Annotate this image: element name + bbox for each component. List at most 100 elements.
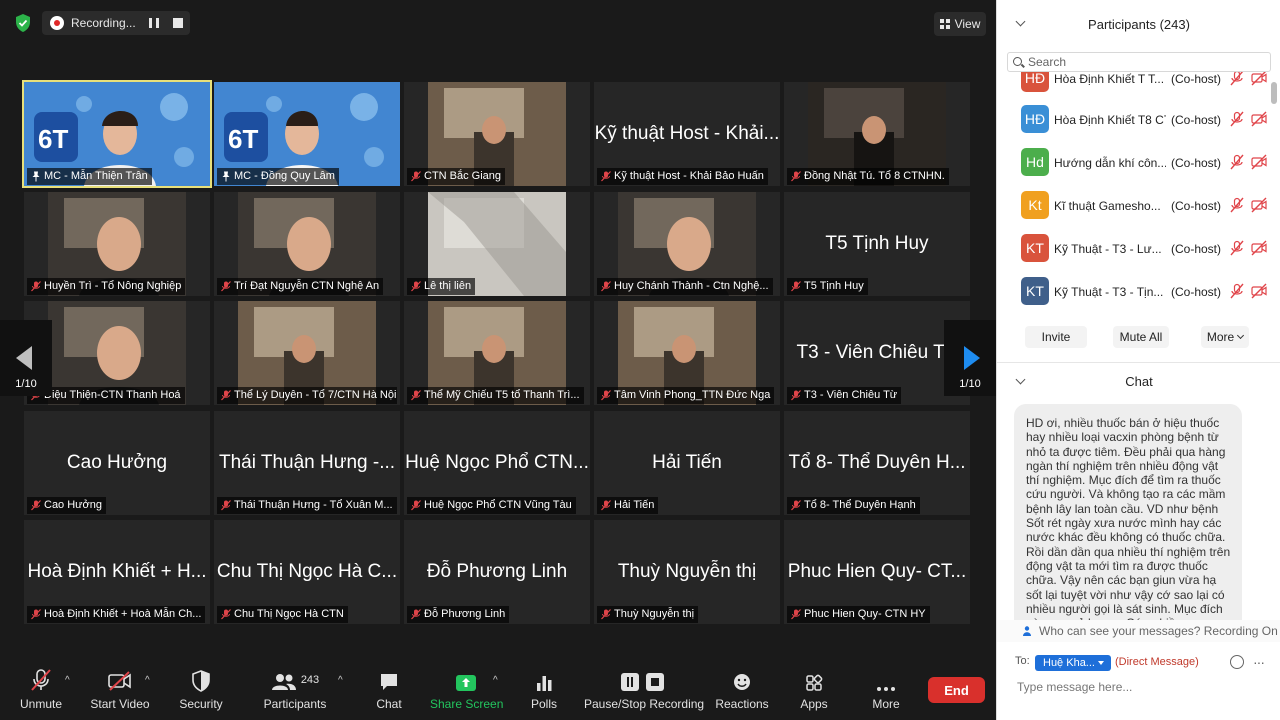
participant-row-name: Kỹ Thuật - T3 - Tịn... [1054, 285, 1164, 299]
video-camera-off-icon[interactable] [1251, 72, 1267, 86]
participant-tile[interactable]: Tổ 8- Thể Duyên H... Tổ 8- Thể Duyên Hạnh [784, 411, 970, 515]
participant-tile[interactable]: CTN Bắc Giang [404, 82, 590, 186]
start-video-button[interactable]: Start Video [88, 664, 152, 720]
participant-row[interactable]: Hd Hướng dẫn khí côn... (Co-host) [997, 142, 1267, 185]
pause-stop-recording-button[interactable]: Pause/Stop Recording [584, 664, 704, 720]
share-screen-button[interactable]: Share Screen [430, 664, 503, 720]
participant-tile[interactable]: Tâm Vinh Phong_TTN Đức Nga [594, 301, 780, 405]
video-options-caret-icon[interactable]: ^ [145, 675, 150, 686]
video-camera-off-icon[interactable] [1251, 240, 1267, 256]
microphone-muted-icon [31, 669, 51, 691]
participant-tile[interactable]: Thuỳ Nguyễn thị Thuỳ Nguyễn thị [594, 520, 780, 624]
polls-button[interactable]: Polls [524, 664, 564, 720]
participant-row[interactable]: Kt Kĩ thuật Gamesho... (Co-host) [997, 185, 1267, 228]
participant-row-name: Kĩ thuật Gamesho... [1054, 199, 1161, 213]
avatar: HĐ [1021, 105, 1049, 133]
participant-tile[interactable]: Thái Thuận Hưng -... Thái Thuận Hưng - Tổ… [214, 411, 400, 515]
audio-options-caret-icon[interactable]: ^ [65, 675, 70, 686]
pause-recording-icon[interactable] [149, 18, 159, 28]
participant-tile[interactable]: Huy Chánh Thành - Ctn Nghệ... [594, 192, 780, 296]
participant-row[interactable]: KT Kỹ Thuật - T3 - Lư... (Co-host) [997, 228, 1267, 271]
participant-tile[interactable]: Phuc Hien Quy- CT... Phuc Hien Quy- CTN H… [784, 520, 970, 624]
participant-tile[interactable]: 6T MC - Đồng Quy Lâm [214, 82, 400, 186]
participant-tile[interactable]: Thể Lý Duyên - Tổ 7/CTN Hà Nội [214, 301, 400, 405]
microphone-muted-icon[interactable] [1229, 111, 1245, 127]
person-icon [1023, 626, 1031, 636]
microphone-muted-icon [31, 281, 41, 292]
participant-tile[interactable]: Chu Thị Ngọc Hà C... Chu Thị Ngọc Hà CTN [214, 520, 400, 624]
participant-tile[interactable]: Huệ Ngọc Phổ CTN... Huệ Ngọc Phổ CTN Vũng… [404, 411, 590, 515]
participant-row-role: (Co-host) [1171, 156, 1222, 170]
participant-tile[interactable]: Thể Mỹ Chiếu T5 tổ Thanh Trì... [404, 301, 590, 405]
more-button[interactable]: More [866, 664, 906, 720]
microphone-muted-icon [411, 609, 421, 620]
view-button[interactable]: View [934, 12, 986, 36]
participant-tile[interactable]: Hải Tiến Hải Tiến [594, 411, 780, 515]
participant-tile[interactable]: T5 Tịnh Huy T5 Tịnh Huy [784, 192, 970, 296]
participant-tile[interactable]: Trí Đạt Nguyễn CTN Nghệ An [214, 192, 400, 296]
participant-name: MC - Mẫn Thiện Trân [44, 170, 148, 182]
participant-tile[interactable]: Lê thị liên [404, 192, 590, 296]
participant-tile[interactable]: T3 - Viên Chiêu Từ T3 - Viên Chiêu Từ [784, 301, 970, 405]
microphone-muted-icon[interactable] [1229, 283, 1245, 299]
microphone-muted-icon[interactable] [1229, 72, 1245, 86]
video-camera-off-icon[interactable] [1251, 154, 1267, 170]
participant-row[interactable]: HĐ Hòa Định Khiết T T... (Co-host) [997, 72, 1267, 101]
collapse-chat-chevron-icon[interactable] [1015, 374, 1026, 385]
unmute-button[interactable]: Unmute [14, 664, 68, 720]
chat-more-icon[interactable]: ··· [1253, 654, 1265, 670]
chat-title: Chat [1125, 374, 1153, 389]
share-options-caret-icon[interactable]: ^ [493, 675, 498, 686]
participant-tile[interactable]: Hoà Định Khiết + H... Hoà Định Khiết + Ho… [24, 520, 210, 624]
chat-message-input[interactable]: Type message here... [1017, 680, 1132, 694]
collapse-participants-chevron-icon[interactable] [1015, 16, 1026, 27]
chat-button[interactable]: Chat [366, 664, 412, 720]
participants-scrollbar[interactable] [1271, 82, 1277, 104]
video-camera-off-icon[interactable] [1251, 283, 1267, 299]
security-button[interactable]: Security [174, 664, 228, 720]
search-icon [1013, 57, 1022, 66]
microphone-muted-icon[interactable] [1229, 197, 1245, 213]
recording-indicator[interactable]: Recording... [42, 11, 190, 35]
svg-text:6T: 6T [38, 124, 68, 154]
recipient-select[interactable]: Huệ Kha... [1035, 655, 1111, 671]
security-shield-icon[interactable] [13, 13, 33, 33]
next-page-button[interactable]: 1/10 [944, 320, 996, 396]
previous-page-button[interactable]: 1/10 [0, 320, 52, 396]
participant-tile[interactable]: Kỹ thuật Host - Khải... Kỹ thuật Host - K… [594, 82, 780, 186]
emoji-icon[interactable] [1230, 655, 1244, 669]
microphone-muted-icon [791, 390, 801, 401]
chat-visibility-text: Who can see your messages? Recording On [1039, 624, 1278, 638]
participant-tile[interactable]: Đỗ Phương Linh Đỗ Phương Linh [404, 520, 590, 624]
mute-all-button[interactable]: Mute All [1113, 326, 1169, 348]
microphone-muted-icon [601, 281, 611, 292]
meeting-topbar: Recording... View [0, 0, 996, 46]
participants-search-input[interactable]: Search [1007, 52, 1271, 72]
stop-recording-icon[interactable] [173, 18, 183, 28]
participant-tile[interactable]: Huyền Trì - Tổ Nông Nghiệp [24, 192, 210, 296]
participant-tile[interactable]: Cao Hưởng Cao Hưởng [24, 411, 210, 515]
participants-button[interactable]: 243 Participants [262, 664, 328, 720]
video-camera-off-icon[interactable] [1251, 111, 1267, 127]
participant-name-label: MC - Đồng Quy Lâm [217, 168, 339, 185]
microphone-muted-icon [31, 500, 41, 511]
apps-button[interactable]: Apps [794, 664, 834, 720]
microphone-muted-icon[interactable] [1229, 154, 1245, 170]
start-video-label: Start Video [90, 697, 150, 711]
video-camera-off-icon[interactable] [1251, 197, 1267, 213]
participant-row[interactable]: KT Kỹ Thuật - T3 - Tịn... (Co-host) [997, 271, 1267, 312]
participant-name-label: Huyền Trì - Tổ Nông Nghiệp [27, 278, 186, 295]
participant-tile[interactable]: Đồng Nhật Tú. Tổ 8 CTNHN. [784, 82, 970, 186]
recording-dot-icon [50, 16, 64, 30]
polls-label: Polls [530, 697, 557, 711]
participants-options-caret-icon[interactable]: ^ [338, 675, 343, 686]
chat-visibility-notice[interactable]: Who can see your messages? Recording On [997, 620, 1280, 642]
microphone-muted-icon[interactable] [1229, 240, 1245, 256]
more-options-button[interactable]: More [1201, 326, 1249, 348]
participant-row[interactable]: HĐ Hòa Định Khiết T8 CTN... (Co-host) [997, 99, 1267, 142]
participant-tile[interactable]: 6T MC - Mẫn Thiện Trân [22, 80, 212, 188]
reactions-button[interactable]: Reactions [712, 664, 772, 720]
end-meeting-button[interactable]: End [928, 677, 985, 703]
invite-button[interactable]: Invite [1025, 326, 1087, 348]
reactions-label: Reactions [715, 697, 769, 711]
